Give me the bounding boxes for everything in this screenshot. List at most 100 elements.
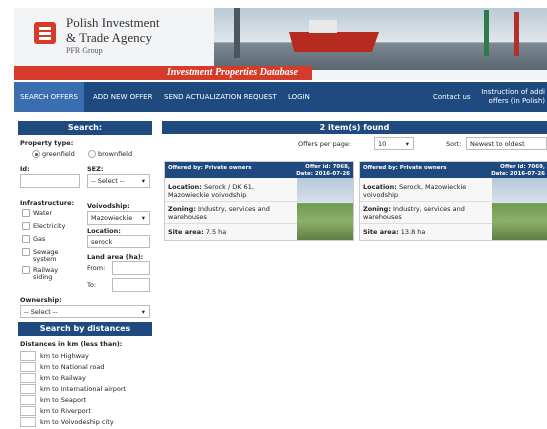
to-label: To:	[87, 281, 97, 289]
distance-input[interactable]	[20, 417, 36, 427]
divider	[165, 201, 297, 202]
zoning-value: Industry, services and	[390, 205, 465, 213]
items-found-bar: 2 item(s) found	[162, 121, 547, 134]
offer-location: Location: Serock, Mazowieckie	[363, 183, 491, 191]
offer-card[interactable]: Offered by: Private owners Offer id: 706…	[164, 161, 354, 241]
offer-area: Site area: 7.5 ha	[168, 228, 296, 236]
per-page-value: 10	[378, 140, 387, 148]
offer-location: Location: Serock / DK 61,	[168, 183, 296, 191]
database-banner: Investment Properties Database	[14, 66, 312, 80]
distance-input[interactable]	[20, 362, 36, 372]
ownership-label: Ownership:	[20, 296, 62, 304]
offer-card-header: Offered by: Private owners Offer id: 706…	[360, 162, 547, 178]
location-value: Serock / DK 61,	[201, 183, 254, 191]
offer-id: Offer id: 7068,	[305, 164, 350, 170]
sewage-checkbox[interactable]	[22, 248, 30, 256]
from-label: From:	[87, 264, 106, 272]
ownership-select[interactable]: -- Select -- ▾	[20, 305, 150, 318]
offered-by: Offered by: Private owners	[363, 165, 447, 171]
voivodship-select[interactable]: Mazowieckie ▾	[87, 211, 150, 225]
crane-shape	[484, 10, 489, 56]
offer-date: Date: 2016-07-26	[491, 171, 545, 177]
nav-search-offers[interactable]: SEARCH OFFERS	[14, 82, 84, 112]
distance-input[interactable]	[20, 351, 36, 361]
ship-bridge-shape	[309, 20, 337, 33]
zoning-key: Zoning:	[168, 205, 196, 213]
main-nav: SEARCH OFFERS ADD NEW OFFER SEND ACTUALI…	[14, 82, 547, 112]
chevron-down-icon: ▾	[405, 140, 409, 148]
brownfield-label: brownfield	[98, 150, 133, 158]
distance-label: km to Voivodeship city	[40, 418, 114, 426]
distance-input[interactable]	[20, 406, 36, 416]
sez-select[interactable]: -- Select -- ▾	[87, 174, 150, 188]
area-from-input[interactable]	[112, 261, 150, 275]
sez-select-value: -- Select --	[91, 177, 125, 185]
sez-label: SEZ:	[87, 165, 104, 173]
location-value: Serock, Mazowieckie	[396, 183, 467, 191]
voivodship-label: Voivodship:	[87, 202, 130, 210]
gas-checkbox[interactable]	[22, 235, 30, 243]
railway-siding-checkbox[interactable]	[22, 266, 30, 274]
offer-card-header: Offered by: Private owners Offer id: 706…	[165, 162, 353, 178]
nav-instruction[interactable]: Instruction of addi offers (in Polish)	[479, 82, 545, 112]
siding-label: siding	[33, 273, 53, 281]
offer-zoning: Zoning: Industry, services and	[363, 205, 491, 213]
area-key: Site area:	[363, 228, 399, 236]
distance-input[interactable]	[20, 384, 36, 394]
nav-instruction-line1: Instruction of addi	[481, 88, 545, 96]
offer-photo[interactable]	[492, 178, 547, 240]
area-to-input[interactable]	[112, 278, 150, 292]
water-label: Water	[33, 209, 53, 217]
distance-label: km to Highway	[40, 352, 89, 360]
per-page-select[interactable]: 10 ▾	[374, 137, 414, 150]
distance-label: km to Seaport	[40, 396, 87, 404]
port-photo	[214, 8, 547, 70]
distances-subtitle: Distances in km (less than):	[20, 340, 123, 348]
land-area-label: Land area (ha):	[87, 253, 144, 261]
offer-card[interactable]: Offered by: Private owners Offer id: 706…	[359, 161, 547, 241]
water-checkbox[interactable]	[22, 209, 30, 217]
nav-login[interactable]: LOGIN	[288, 82, 310, 112]
location-input[interactable]: serock	[87, 235, 150, 248]
offer-date: Date: 2016-07-26	[296, 171, 350, 177]
crane-shape	[514, 12, 519, 56]
sewage-label-2: system	[33, 255, 57, 263]
area-value: 7.5 ha	[203, 228, 227, 236]
ship-shape	[289, 32, 379, 52]
offer-zoning: Zoning: Industry, services and	[168, 205, 296, 213]
ownership-select-value: -- Select --	[24, 308, 58, 316]
divider	[360, 223, 492, 224]
chevron-down-icon: ▾	[141, 214, 145, 222]
offer-zoning-2: warehouses	[168, 213, 207, 221]
agency-logo-icon[interactable]	[34, 22, 56, 44]
area-value: 13.8 ha	[398, 228, 426, 236]
sort-label: Sort:	[446, 140, 462, 148]
location-key: Location:	[168, 183, 202, 191]
per-page-label: Offers per page:	[298, 140, 352, 148]
offer-id: Offer id: 7069,	[500, 164, 545, 170]
nav-send-actualization-request[interactable]: SEND ACTUALIZATION REQUEST	[164, 82, 277, 112]
offer-location-2: Mazowieckie voivodship	[168, 191, 247, 199]
nav-add-new-offer[interactable]: ADD NEW OFFER	[93, 82, 152, 112]
distance-label: km to National road	[40, 363, 105, 371]
electricity-label: Electricity	[33, 222, 66, 230]
search-heading: Search:	[18, 121, 152, 135]
brownfield-radio[interactable]	[88, 150, 96, 158]
voivodship-select-value: Mazowieckie	[91, 214, 133, 222]
distance-input[interactable]	[20, 373, 36, 383]
sort-select[interactable]: Newest to oldest	[466, 137, 547, 150]
nav-contact-us[interactable]: Contact us	[433, 82, 471, 112]
offer-photo[interactable]	[297, 178, 353, 240]
brand-line-1: Polish Investment	[66, 15, 160, 30]
id-input[interactable]	[20, 174, 80, 188]
electricity-checkbox[interactable]	[22, 222, 30, 230]
greenfield-radio[interactable]	[32, 150, 40, 158]
distance-input[interactable]	[20, 395, 36, 405]
divider	[360, 201, 492, 202]
nav-instruction-line2: offers (in Polish)	[488, 97, 545, 105]
header: Polish Investment & Trade Agency PFR Gro…	[14, 8, 547, 80]
zoning-key: Zoning:	[363, 205, 391, 213]
distance-label: km to Railway	[40, 374, 86, 382]
distance-label: km to International airport	[40, 385, 127, 393]
offer-area: Site area: 13.8 ha	[363, 228, 491, 236]
